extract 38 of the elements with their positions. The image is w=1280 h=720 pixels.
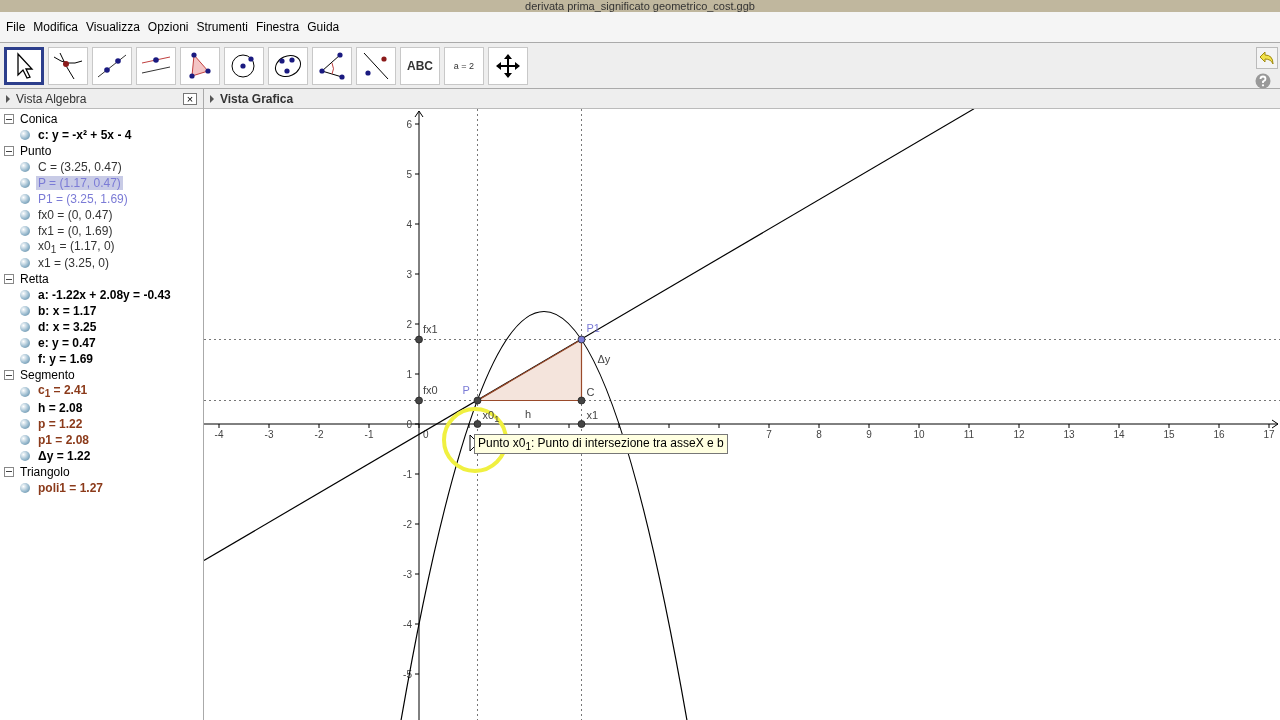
point-label: Δy [597, 353, 611, 366]
axis-tick-label: 9 [866, 429, 872, 440]
axis-tick-label: 10 [913, 429, 925, 440]
axis-tick-label: 5 [406, 169, 412, 180]
point-label: P1 [586, 321, 600, 335]
axis-tick-label: 12 [1013, 429, 1025, 440]
axis-tick-label: -3 [403, 569, 412, 580]
axis-tick-label: -4 [403, 619, 412, 630]
axis-tick-label: 8 [816, 429, 822, 440]
axis-tick-label: -3 [264, 429, 274, 440]
axis-tick-label: 0 [406, 419, 412, 430]
point-label: fx0 [423, 383, 438, 397]
axis-tick-label: 15 [1163, 429, 1175, 440]
axis-tick-label: -1 [403, 469, 412, 480]
axis-tick-label: 2 [406, 319, 412, 330]
axis-tick-label: 14 [1113, 429, 1125, 440]
axis-tick-label: 13 [1063, 429, 1075, 440]
axis-tick-label: -2 [314, 429, 324, 440]
point-label: h [525, 407, 532, 421]
window-title: derivata prima_significato geometrico_cost.ggb [525, 0, 755, 12]
axis-tick-label: 17 [1263, 429, 1275, 440]
axis-tick-label: 7 [766, 429, 772, 440]
axis-tick-label: 4 [406, 219, 412, 230]
point-label: x1 [586, 409, 599, 422]
axis-tick-label: 1 [406, 369, 412, 380]
tooltip: Punto x0$_{1}$: Punto di intersezione tra asseX e b [474, 434, 728, 455]
point-label: P [462, 383, 470, 397]
axis-tick-label: 6 [406, 119, 412, 130]
panel-title: Vista Grafica [220, 91, 294, 106]
point-label: C [586, 385, 595, 399]
axis-tick-label: 3 [406, 269, 412, 280]
axis-tick-label: -1 [364, 429, 374, 440]
axis-tick-label: 11 [963, 429, 975, 440]
axis-tick-label: -4 [214, 429, 224, 440]
point-label: fx1 [423, 322, 438, 336]
panel-title: Vista Algebra [16, 91, 87, 106]
axis-tick-label: 16 [1213, 429, 1225, 440]
axis-tick-label: -2 [403, 519, 412, 530]
